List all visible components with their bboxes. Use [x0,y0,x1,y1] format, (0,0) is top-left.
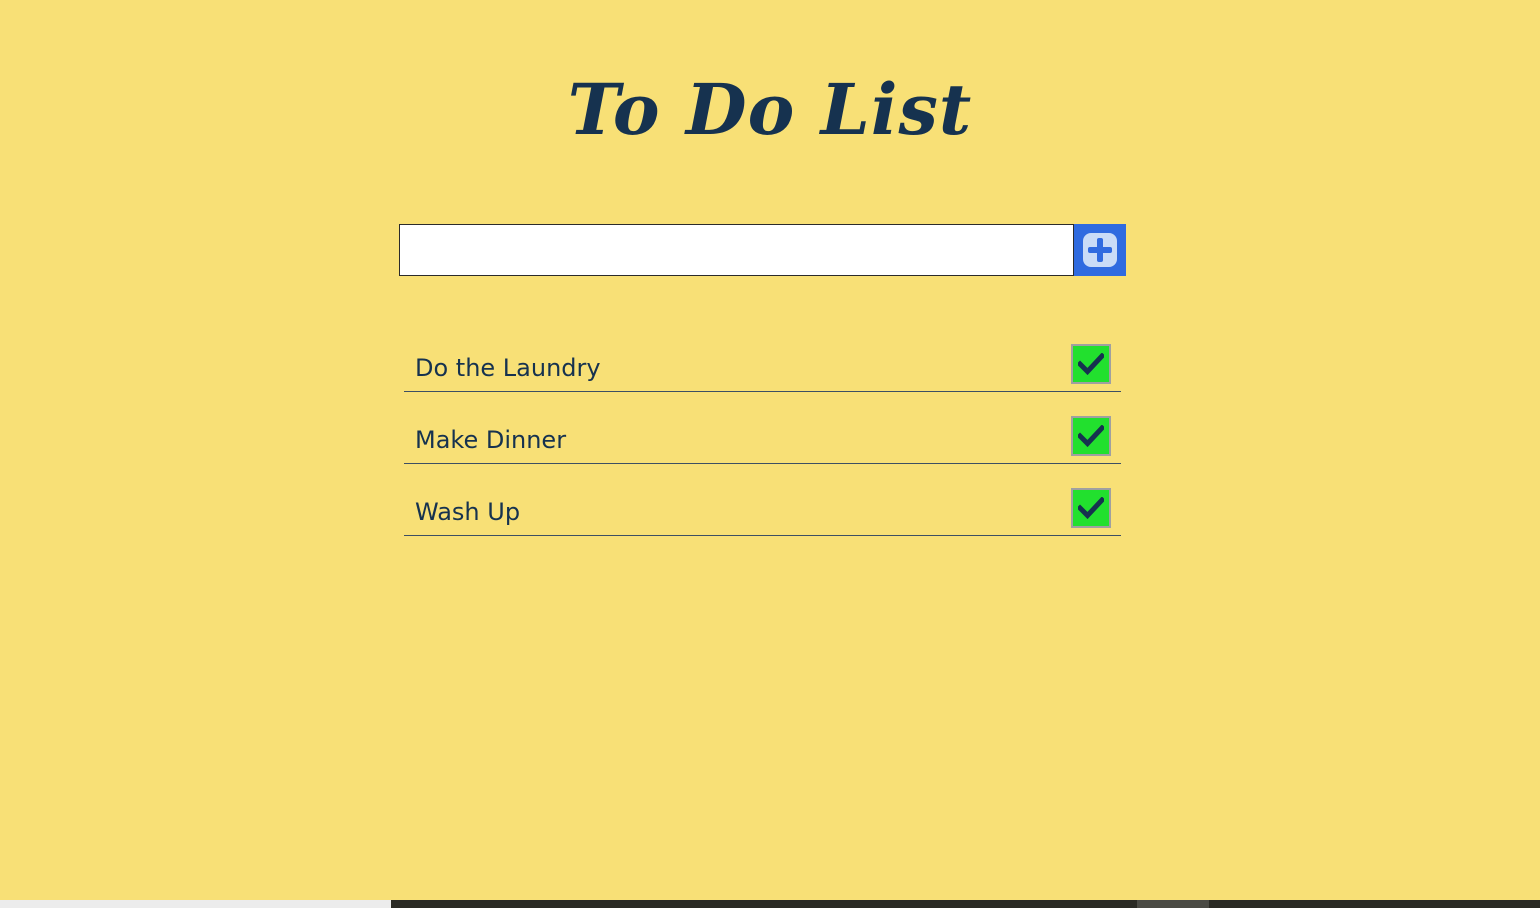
list-item-label: Make Dinner [415,426,567,454]
list-item-label: Do the Laundry [415,354,601,382]
complete-item-button[interactable] [1071,344,1111,384]
taskbar [0,900,1540,908]
list-item: Wash Up [404,464,1121,536]
checkmark-icon [1078,425,1104,447]
todo-list: Do the Laundry Make Dinner Wash Up [404,342,1121,536]
add-item-form [399,224,1126,276]
list-item: Do the Laundry [404,342,1121,392]
new-item-input[interactable] [399,224,1074,276]
taskbar-search-area[interactable] [0,900,391,908]
complete-item-button[interactable] [1071,488,1111,528]
list-item-label: Wash Up [415,498,521,526]
add-item-button[interactable] [1074,224,1126,276]
page-title: To Do List [567,68,973,151]
complete-item-button[interactable] [1071,416,1111,456]
taskbar-app-button[interactable] [1137,900,1209,908]
list-item: Make Dinner [404,392,1121,464]
checkmark-icon [1078,497,1104,519]
plus-square-icon [1083,233,1117,267]
checkmark-icon [1078,353,1104,375]
